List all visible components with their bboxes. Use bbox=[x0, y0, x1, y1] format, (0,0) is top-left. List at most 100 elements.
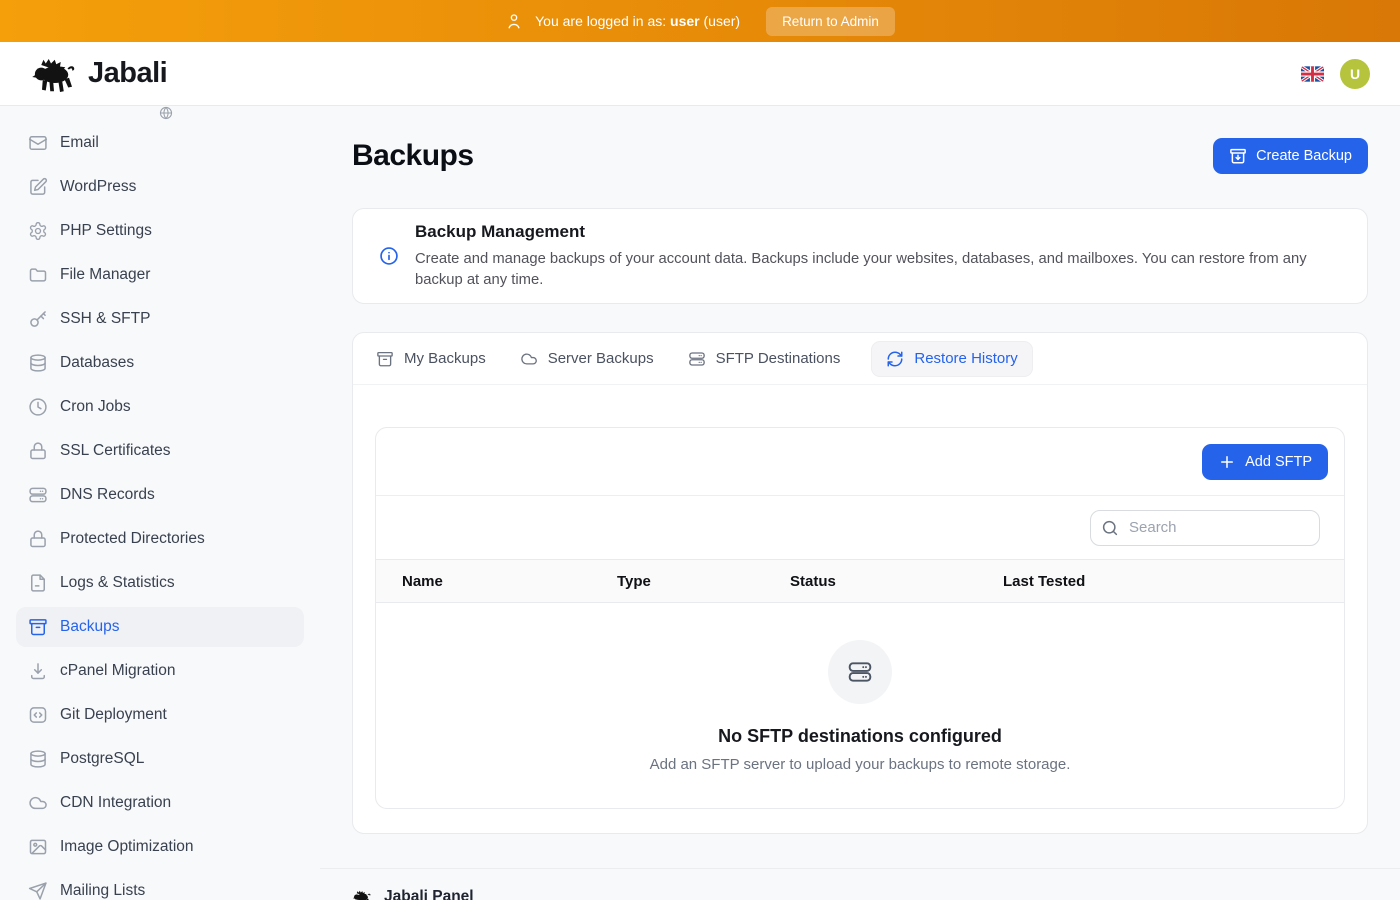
sidebar-item-partial[interactable] bbox=[16, 106, 304, 120]
server-icon bbox=[688, 350, 706, 368]
sidebar-item-backups[interactable]: Backups bbox=[16, 607, 304, 647]
person-icon bbox=[505, 12, 523, 30]
key-icon bbox=[28, 309, 48, 329]
sidebar-item-file-manager[interactable]: File Manager bbox=[16, 255, 304, 295]
sidebar-item-label: Backups bbox=[60, 618, 119, 636]
search-input[interactable] bbox=[1090, 510, 1320, 546]
sidebar-item-label: Git Deployment bbox=[60, 706, 167, 724]
user-avatar[interactable]: U bbox=[1340, 59, 1370, 89]
sidebar-item-label: Email bbox=[60, 134, 99, 152]
lock-icon bbox=[28, 441, 48, 461]
sidebar-item-wordpress[interactable]: WordPress bbox=[16, 167, 304, 207]
impersonated-username: user bbox=[670, 13, 700, 29]
language-flag-icon[interactable] bbox=[1301, 66, 1324, 82]
sidebar-item-label: WordPress bbox=[60, 178, 136, 196]
tab-server-backups[interactable]: Server Backups bbox=[517, 341, 657, 377]
sidebar-item-label: File Manager bbox=[60, 266, 150, 284]
globe-icon bbox=[28, 106, 304, 120]
image-icon bbox=[28, 837, 48, 857]
tab-sftp-destinations[interactable]: SFTP Destinations bbox=[685, 341, 844, 377]
cloud-icon bbox=[28, 793, 48, 813]
mail-icon bbox=[28, 133, 48, 153]
sidebar-item-label: CDN Integration bbox=[60, 794, 171, 812]
boar-logo-icon bbox=[352, 889, 372, 900]
sidebar-item-logs-statistics[interactable]: Logs & Statistics bbox=[16, 563, 304, 603]
sidebar-item-cron-jobs[interactable]: Cron Jobs bbox=[16, 387, 304, 427]
sidebar-item-label: Protected Directories bbox=[60, 530, 205, 548]
sidebar-item-label: PostgreSQL bbox=[60, 750, 144, 768]
sidebar-item-label: SSL Certificates bbox=[60, 442, 171, 460]
app-header: Jabali U bbox=[0, 42, 1400, 106]
folder-icon bbox=[28, 265, 48, 285]
sidebar-item-image-optimization[interactable]: Image Optimization bbox=[16, 827, 304, 867]
sftp-empty-state: No SFTP destinations configured Add an S… bbox=[376, 603, 1344, 809]
tab-restore-history[interactable]: Restore History bbox=[871, 341, 1032, 377]
column-header-type: Type bbox=[617, 573, 790, 590]
backup-management-info-card: Backup Management Create and manage back… bbox=[352, 208, 1368, 304]
sidebar-item-label: Mailing Lists bbox=[60, 882, 145, 900]
sidebar-item-label: SSH & SFTP bbox=[60, 310, 150, 328]
archive-icon bbox=[376, 350, 394, 368]
sidebar-item-label: Image Optimization bbox=[60, 838, 194, 856]
create-backup-button[interactable]: Create Backup bbox=[1213, 138, 1368, 174]
edit-icon bbox=[28, 177, 48, 197]
impersonation-message: You are logged in as: user (user) bbox=[535, 13, 740, 29]
sidebar-item-label: DNS Records bbox=[60, 486, 155, 504]
page-footer: Jabali Panel bbox=[352, 869, 1368, 900]
sidebar-item-databases[interactable]: Databases bbox=[16, 343, 304, 383]
sidebar-item-label: PHP Settings bbox=[60, 222, 152, 240]
column-header-name: Name bbox=[402, 573, 617, 590]
sidebar-item-ssh-sftp[interactable]: SSH & SFTP bbox=[16, 299, 304, 339]
server-icon bbox=[847, 659, 873, 685]
search-icon bbox=[1101, 519, 1119, 537]
backups-panel: My Backups Server Backups SFTP Destination… bbox=[352, 332, 1368, 834]
brand-name: Jabali bbox=[88, 57, 167, 90]
sidebar-item-label: Logs & Statistics bbox=[60, 574, 175, 592]
sidebar-item-ssl-certificates[interactable]: SSL Certificates bbox=[16, 431, 304, 471]
main-content: Backups Create Backup Backup Management … bbox=[320, 106, 1400, 900]
sidebar-item-postgresql[interactable]: PostgreSQL bbox=[16, 739, 304, 779]
empty-state-badge bbox=[828, 640, 892, 704]
download-icon bbox=[28, 661, 48, 681]
archive-down-icon bbox=[1229, 147, 1247, 165]
sidebar-item-cdn-integration[interactable]: CDN Integration bbox=[16, 783, 304, 823]
sidebar-item-mailing-lists[interactable]: Mailing Lists bbox=[16, 871, 304, 900]
server-icon bbox=[28, 485, 48, 505]
sidebar-item-cpanel-migration[interactable]: cPanel Migration bbox=[16, 651, 304, 691]
sidebar-nav: Email WordPress PHP Settings File Manager SS… bbox=[0, 106, 320, 900]
sidebar-item-git-deployment[interactable]: Git Deployment bbox=[16, 695, 304, 735]
sidebar-item-protected-directories[interactable]: Protected Directories bbox=[16, 519, 304, 559]
database-icon bbox=[28, 749, 48, 769]
empty-state-title: No SFTP destinations configured bbox=[718, 726, 1002, 747]
sidebar-item-label: cPanel Migration bbox=[60, 662, 175, 680]
sidebar-item-email[interactable]: Email bbox=[16, 123, 304, 163]
sftp-destinations-card: Add SFTP NameTypeStatusLast Tested No SF… bbox=[375, 427, 1345, 809]
info-card-title: Backup Management bbox=[415, 222, 1339, 242]
tab-my-backups[interactable]: My Backups bbox=[373, 341, 489, 377]
tab-label: Server Backups bbox=[548, 350, 654, 367]
impersonated-role: (user) bbox=[704, 13, 741, 29]
refresh-icon bbox=[886, 350, 904, 368]
info-card-body: Create and manage backups of your accoun… bbox=[415, 249, 1339, 290]
footer-brand: Jabali Panel bbox=[384, 888, 474, 900]
info-icon bbox=[379, 246, 399, 266]
send-icon bbox=[28, 881, 48, 900]
sidebar-item-php-settings[interactable]: PHP Settings bbox=[16, 211, 304, 251]
archive-icon bbox=[28, 617, 48, 637]
gear-icon bbox=[28, 221, 48, 241]
tab-label: SFTP Destinations bbox=[716, 350, 841, 367]
column-header-status: Status bbox=[790, 573, 1003, 590]
column-header-last-tested: Last Tested bbox=[1003, 573, 1344, 590]
empty-state-subtitle: Add an SFTP server to upload your backup… bbox=[650, 756, 1071, 773]
add-sftp-button[interactable]: Add SFTP bbox=[1202, 444, 1328, 480]
plus-icon bbox=[1218, 453, 1236, 471]
sftp-table-header: NameTypeStatusLast Tested bbox=[376, 559, 1344, 603]
sidebar-item-dns-records[interactable]: DNS Records bbox=[16, 475, 304, 515]
brand-home-link[interactable]: Jabali bbox=[30, 55, 167, 93]
code-icon bbox=[28, 705, 48, 725]
backup-tabs: My Backups Server Backups SFTP Destination… bbox=[353, 333, 1367, 385]
sidebar-item-label: Cron Jobs bbox=[60, 398, 131, 416]
return-to-admin-button[interactable]: Return to Admin bbox=[766, 7, 895, 36]
admin-impersonation-bar: You are logged in as: user (user) Return… bbox=[0, 0, 1400, 42]
file-text-icon bbox=[28, 573, 48, 593]
